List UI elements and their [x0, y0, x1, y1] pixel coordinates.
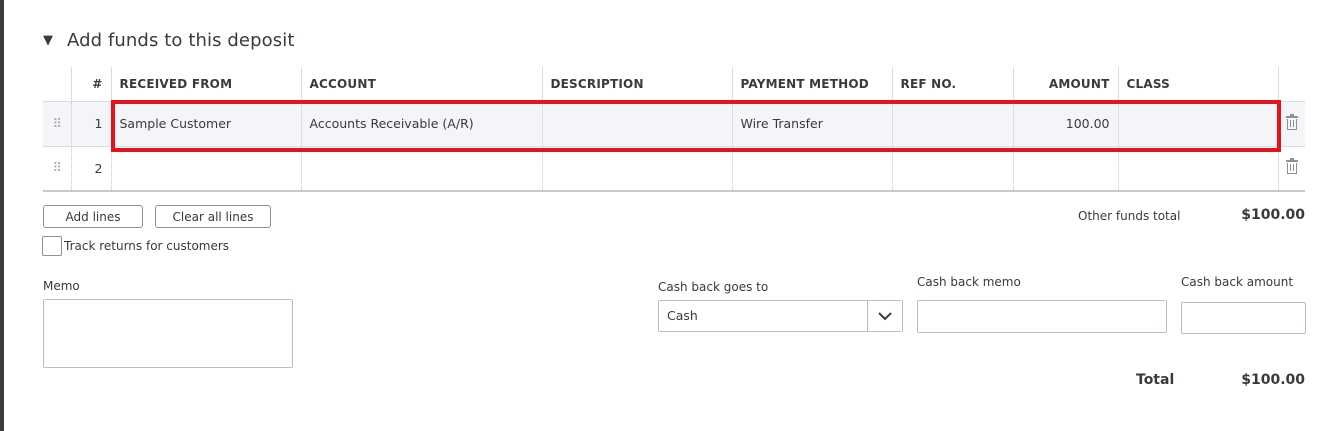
column-header-account: ACCOUNT	[300, 67, 542, 101]
cash-back-goes-to-select[interactable]: Cash	[658, 300, 903, 332]
column-header-payment-method: PAYMENT METHOD	[731, 67, 892, 101]
line-number: 2	[70, 145, 111, 192]
memo-label: Memo	[43, 279, 80, 293]
window-left-edge	[0, 0, 4, 431]
cell-account[interactable]: Accounts Receivable (A/R)	[300, 100, 542, 146]
column-header-ref-no: REF NO.	[891, 67, 1013, 101]
cell-amount[interactable]: 100.00	[1012, 100, 1118, 146]
track-returns-checkbox[interactable]	[42, 236, 62, 256]
table-row[interactable]: ⠿ 1 Sample Customer Accounts Receivable …	[43, 100, 1305, 146]
table-header-row: # RECEIVED FROM ACCOUNT DESCRIPTION PAYM…	[43, 67, 1305, 101]
cell-ref-no[interactable]	[891, 145, 1013, 192]
track-returns-label: Track returns for customers	[64, 239, 230, 253]
cell-description[interactable]	[541, 145, 732, 192]
total-label: Total	[1136, 372, 1175, 388]
chevron-down-icon[interactable]	[867, 301, 902, 331]
drag-grip-icon: ⠿	[52, 116, 62, 132]
delete-line-button[interactable]	[1277, 100, 1305, 146]
cell-class[interactable]	[1117, 145, 1278, 192]
table-row[interactable]: ⠿ 2	[43, 145, 1305, 192]
clear-all-lines-button[interactable]: Clear all lines	[155, 205, 271, 228]
drag-grip-icon: ⠿	[52, 161, 62, 177]
column-header-amount: AMOUNT	[1012, 67, 1118, 101]
column-header-class: CLASS	[1117, 67, 1278, 101]
column-header-received-from: RECEIVED FROM	[110, 67, 301, 101]
cash-back-memo-input[interactable]	[917, 300, 1167, 333]
cell-amount[interactable]	[1012, 145, 1118, 192]
add-lines-button[interactable]: Add lines	[43, 205, 143, 228]
cash-back-goes-to-value: Cash	[667, 308, 698, 323]
section-title: Add funds to this deposit	[67, 30, 295, 51]
cash-back-amount-label: Cash back amount	[1181, 275, 1294, 289]
cell-description[interactable]	[541, 100, 732, 146]
cash-back-goes-to-label: Cash back goes to	[658, 280, 769, 294]
other-funds-total-value: $100.00	[1241, 207, 1305, 223]
column-header-num: #	[70, 67, 111, 101]
drag-handle[interactable]: ⠿	[43, 100, 71, 146]
delete-column-header	[1277, 67, 1305, 101]
cell-received-from[interactable]: Sample Customer	[110, 100, 301, 146]
memo-textarea[interactable]	[43, 299, 293, 368]
section-toggle[interactable]: ▼ Add funds to this deposit	[43, 30, 294, 51]
cell-payment-method[interactable]	[731, 145, 892, 192]
total-value: $100.00	[1241, 372, 1305, 388]
triangle-down-icon: ▼	[43, 33, 53, 48]
cell-payment-method[interactable]: Wire Transfer	[731, 100, 892, 146]
cell-account[interactable]	[300, 145, 542, 192]
cell-ref-no[interactable]	[891, 100, 1013, 146]
cell-class[interactable]	[1117, 100, 1278, 146]
line-number: 1	[70, 100, 111, 146]
trash-icon	[1285, 113, 1298, 130]
drag-column-header	[43, 67, 71, 101]
cash-back-memo-label: Cash back memo	[917, 275, 1021, 289]
delete-line-button[interactable]	[1277, 145, 1305, 192]
cell-received-from[interactable]	[110, 145, 301, 192]
other-funds-total-label: Other funds total	[1078, 209, 1181, 223]
trash-icon	[1285, 158, 1298, 175]
drag-handle[interactable]: ⠿	[43, 145, 71, 192]
cash-back-amount-input[interactable]	[1181, 302, 1306, 334]
track-returns-option[interactable]: Track returns for customers	[42, 236, 229, 256]
column-header-description: DESCRIPTION	[541, 67, 732, 101]
deposit-lines-table: # RECEIVED FROM ACCOUNT DESCRIPTION PAYM…	[43, 67, 1305, 192]
